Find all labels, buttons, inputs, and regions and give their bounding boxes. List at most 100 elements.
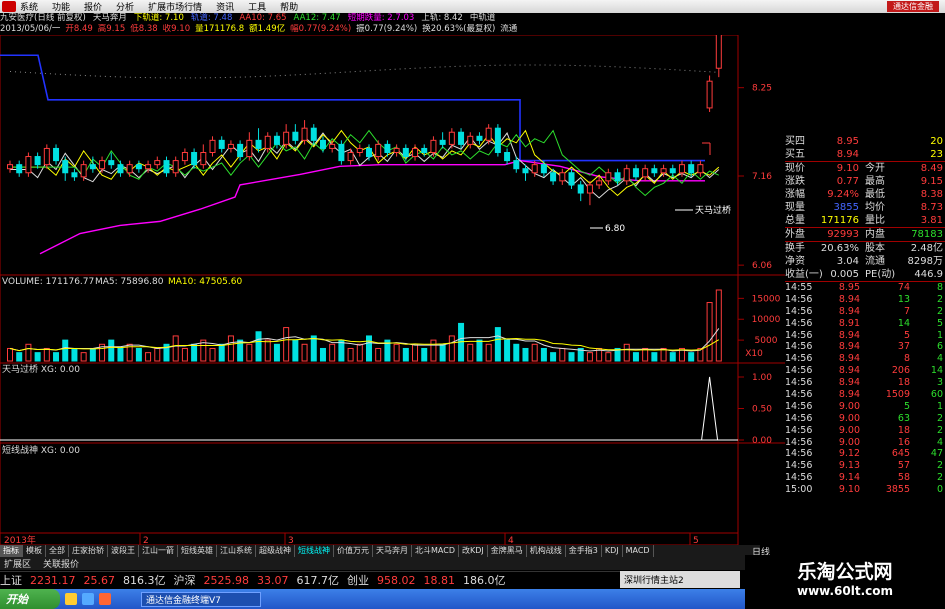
tab-indicator[interactable]: 超级战神 [256,545,295,557]
candle-body [283,131,290,145]
tab-indicator[interactable]: 波段王 [108,545,139,557]
tab-indicator[interactable]: 短线战神 [295,545,334,557]
tab-indicator[interactable]: 天马奔月 [373,545,412,557]
server-status[interactable]: 深圳行情主站2 [620,571,740,588]
candle-body [494,127,501,153]
tab-indicator[interactable]: 短线英雄 [178,545,217,557]
panel-value: 446.9 [914,269,943,280]
tick-time: 14:56 [785,305,813,317]
tick-time: 14:56 [785,365,813,377]
menu-item-function[interactable]: 功能 [52,0,70,13]
menu-item-tools[interactable]: 工具 [248,0,266,13]
related-quote-tab[interactable]: 关联报价 [43,557,79,570]
volume-bar [494,327,501,362]
candle-body [34,156,41,166]
tick-count: 0 [936,484,943,496]
tab-indicator[interactable]: KDJ [602,545,623,557]
tab-indicator[interactable]: 江山一箭 [139,545,178,557]
kline-chart[interactable]: 8.25 7.16 6.06 天马过桥 6.80 VOLUME: 171176.77 MA5… [0,35,785,545]
quicklaunch-app-icon[interactable] [99,593,111,605]
upper-track-line [9,64,719,79]
info-row: 总量 171176 量比 3.81 [785,214,945,227]
panel-value: 3.81 [920,215,943,226]
candle-body [697,164,704,174]
header-field: 轨道: 7.48 [190,13,233,23]
menu-item-help[interactable]: 帮助 [280,0,298,13]
panel-value: 3855 [833,202,859,213]
start-button[interactable]: 开始 [0,589,60,609]
panel-label: 现价 [785,163,805,174]
info-field: 振0.77(9.24%) [356,24,418,34]
volume-bar [586,352,593,362]
watermark: 乐淘公式网 www.60lt.com [745,555,945,609]
candle-body [16,164,23,174]
menu-item-news[interactable]: 资讯 [216,0,234,13]
tab-indicator[interactable]: 庄家抬轿 [69,545,108,557]
volume-bar [292,339,299,362]
plot-border [0,35,739,545]
candle-body [393,147,400,153]
volume-bar [430,339,437,362]
tab-indicator[interactable]: 北斗MACD [412,545,459,557]
info-field: 高9.15 [97,24,126,34]
tick-price: 8.94 [838,341,860,353]
tab-indicator[interactable]: 模板 [23,545,46,557]
candle-body [476,135,483,141]
tick-time: 14:55 [785,282,813,293]
menu-item-analysis[interactable]: 分析 [116,0,134,13]
volume-bar [642,347,649,362]
volume-bar [660,347,667,362]
index-field: 186.0亿 [463,574,506,587]
volume-bar [412,343,419,362]
duanxian-xg-label: 短线战神 XG: 0.00 [2,444,80,456]
tab-indicator[interactable]: 价值万元 [334,545,373,557]
panel-label: PE(动) [865,269,896,280]
volume-bar [89,347,96,362]
info-row: 收益(一) 0.005 PE(动) 446.9 [785,268,945,281]
tick-row: 14:56 8.94 37 6 [785,341,945,353]
month-label: 4 [508,536,514,545]
volume-bar [71,347,78,362]
quicklaunch-desktop-icon[interactable] [65,593,77,605]
tab-indicator[interactable]: 全部 [46,545,69,557]
menu-bar: 系统 功能 报价 分析 扩展市场行情 资讯 工具 帮助 通达信金融 [0,0,945,13]
tick-price: 8.94 [838,293,860,305]
tab-indicator[interactable]: 改KDJ [459,545,488,557]
tab-indicator[interactable]: MACD [623,545,654,557]
tick-price: 9.00 [838,424,860,436]
taskbar-app-button[interactable]: 通达信金融终端V7 [141,591,261,607]
menu-item-quote[interactable]: 报价 [84,0,102,13]
panel-label: 今开 [865,163,885,174]
menu-item-system[interactable]: 系统 [20,0,38,13]
candle-body [347,152,354,162]
candle-body [209,139,216,153]
expand-area-tab[interactable]: 扩展区 [4,557,31,570]
tick-count: 2 [936,472,943,484]
tab-indicator[interactable]: 金牌黑马 [488,545,527,557]
tab-indicator[interactable]: 指标 [0,545,23,557]
tick-time: 14:56 [785,317,813,329]
candle-body [145,164,152,170]
tick-price: 8.91 [838,317,860,329]
volume-bar [402,347,409,362]
index-field: 33.07 [257,573,289,587]
tab-indicator[interactable]: 机构战线 [527,545,566,557]
candle-body [126,164,133,174]
menu-item-ext-market[interactable]: 扩展市场行情 [148,0,202,13]
quicklaunch-ie-icon[interactable] [82,593,94,605]
tick-time: 14:56 [785,472,813,484]
candle-body [651,168,658,174]
tick-volume: 37 [897,341,910,353]
candle-body [430,139,437,153]
info-field: 额1.49亿 [249,24,286,34]
panel-label: 流通 [865,256,885,267]
candle-body [163,160,170,174]
tab-indicator[interactable]: 江山系统 [217,545,256,557]
tick-count: 14 [930,365,943,377]
volume-bar [347,347,354,362]
indicator-header-line2: 2013/05/06/一 开8.49 高9.15 低8.38 收9.10 量171176.… [0,24,540,35]
tick-row: 14:56 8.94 8 4 [785,353,945,365]
panel-label: 换手 [785,243,805,254]
candle-body [605,172,612,182]
tab-indicator[interactable]: 金手指3 [566,545,602,557]
